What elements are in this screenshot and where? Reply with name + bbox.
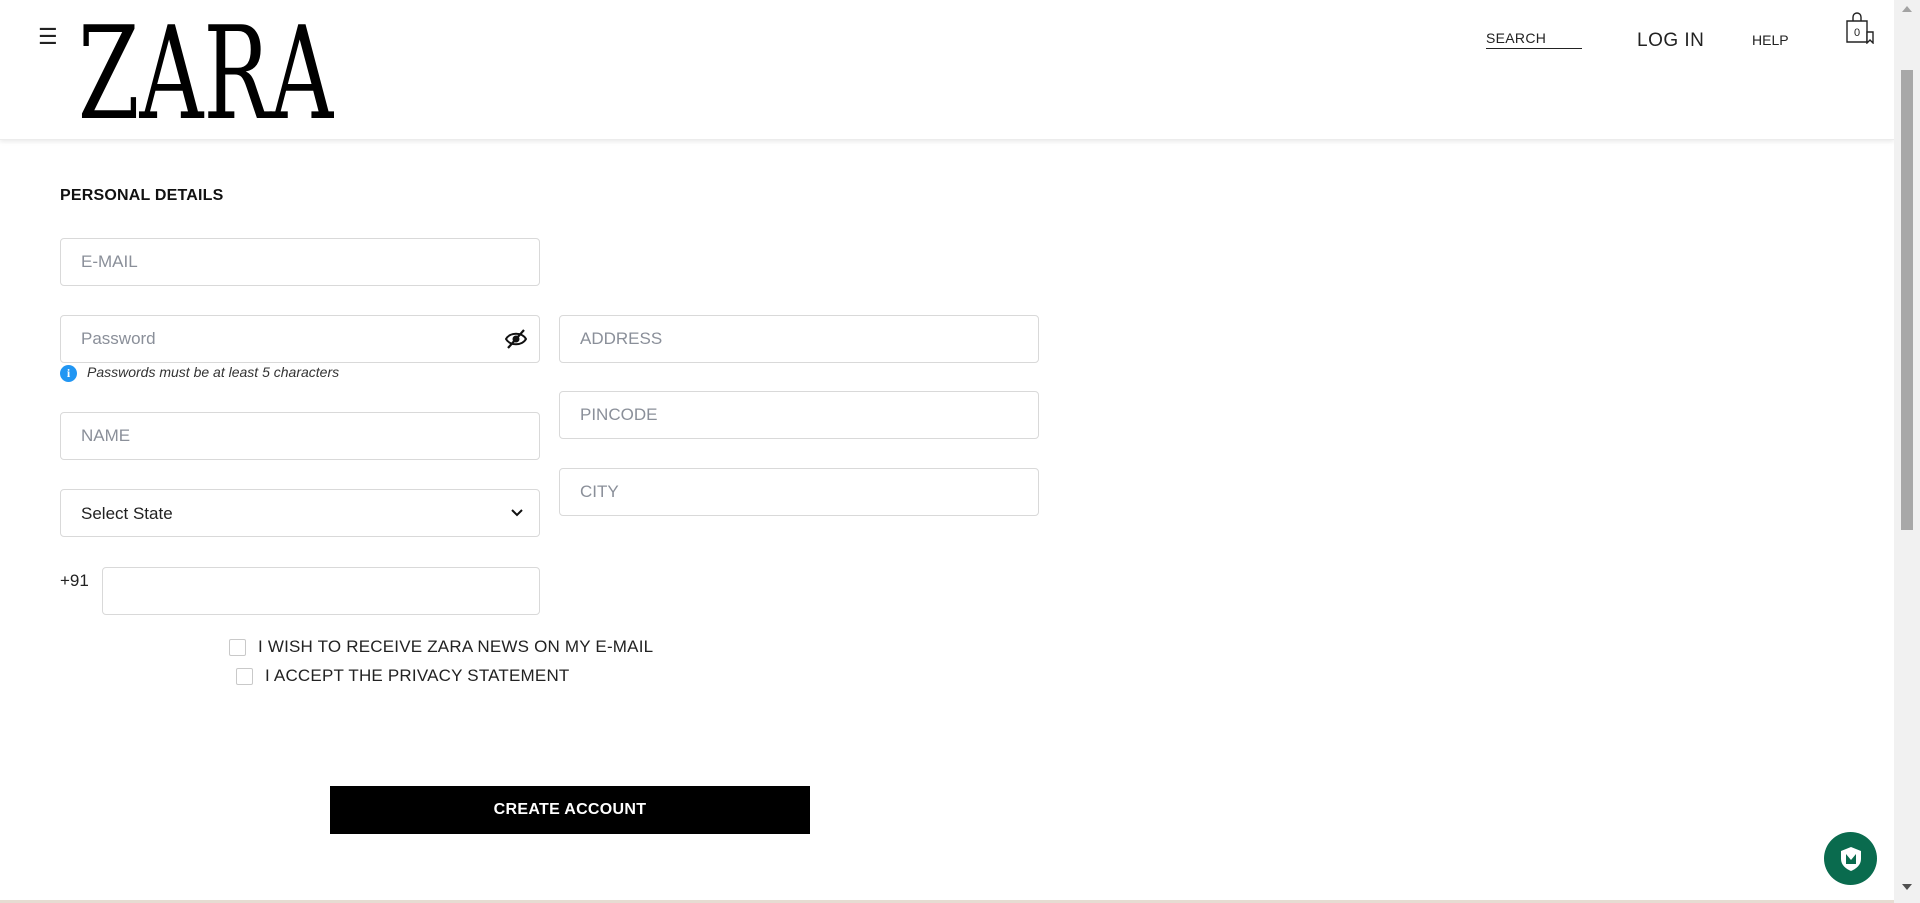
state-select[interactable]: Select State xyxy=(60,489,540,537)
section-title: PERSONAL DETAILS xyxy=(60,187,224,204)
address-input[interactable] xyxy=(560,316,1038,362)
zara-logo[interactable]: ZARA xyxy=(78,12,334,122)
privacy-checkbox-row[interactable]: I ACCEPT THE PRIVACY STATEMENT xyxy=(236,666,570,686)
chevron-down-icon xyxy=(511,509,523,517)
info-icon: i xyxy=(60,364,77,382)
scrollbar-thumb[interactable] xyxy=(1901,70,1913,530)
state-select-label: Select State xyxy=(81,504,173,523)
scroll-up-icon[interactable] xyxy=(1902,6,1912,12)
cart-count: 0 xyxy=(1854,27,1860,39)
vertical-scrollbar[interactable] xyxy=(1894,0,1920,903)
newsletter-checkbox[interactable] xyxy=(229,638,246,656)
newsletter-label: I WISH TO RECEIVE ZARA NEWS ON MY E-MAIL xyxy=(258,637,654,656)
login-link[interactable]: LOG IN xyxy=(1637,30,1704,52)
shopping-bag-icon: 0 xyxy=(1846,12,1874,45)
security-badge-button[interactable] xyxy=(1824,832,1877,885)
scroll-down-icon[interactable] xyxy=(1902,884,1912,890)
shield-icon xyxy=(1841,847,1861,871)
newsletter-checkbox-row[interactable]: I WISH TO RECEIVE ZARA NEWS ON MY E-MAIL xyxy=(229,637,653,657)
city-input[interactable] xyxy=(560,469,1038,515)
city-field[interactable] xyxy=(559,468,1039,516)
name-field[interactable] xyxy=(60,412,540,460)
name-input[interactable] xyxy=(61,413,539,459)
address-field[interactable] xyxy=(559,315,1039,363)
svg-text:ZARA: ZARA xyxy=(78,12,334,122)
pincode-input[interactable] xyxy=(560,392,1038,438)
password-field[interactable] xyxy=(60,315,540,363)
site-header: ☰ ZARA SEARCH LOG IN HELP 0 xyxy=(0,0,1894,140)
privacy-checkbox[interactable] xyxy=(236,667,253,685)
password-hint: i Passwords must be at least 5 characters xyxy=(60,364,339,382)
email-input[interactable] xyxy=(61,239,539,285)
eye-slash-icon[interactable] xyxy=(505,329,527,349)
create-account-button[interactable]: CREATE ACCOUNT xyxy=(330,786,810,834)
cart-button[interactable]: 0 xyxy=(1845,12,1875,45)
search-link[interactable]: SEARCH xyxy=(1486,30,1582,49)
phone-field[interactable] xyxy=(102,567,540,615)
help-link[interactable]: HELP xyxy=(1752,32,1789,48)
pincode-field[interactable] xyxy=(559,391,1039,439)
phone-prefix: +91 xyxy=(60,571,89,590)
password-input[interactable] xyxy=(61,316,539,362)
hamburger-menu-icon[interactable]: ☰ xyxy=(38,26,58,48)
email-field[interactable] xyxy=(60,238,540,286)
phone-input[interactable] xyxy=(103,568,539,614)
password-hint-text: Passwords must be at least 5 characters xyxy=(87,364,340,380)
privacy-label: I ACCEPT THE PRIVACY STATEMENT xyxy=(265,666,570,685)
